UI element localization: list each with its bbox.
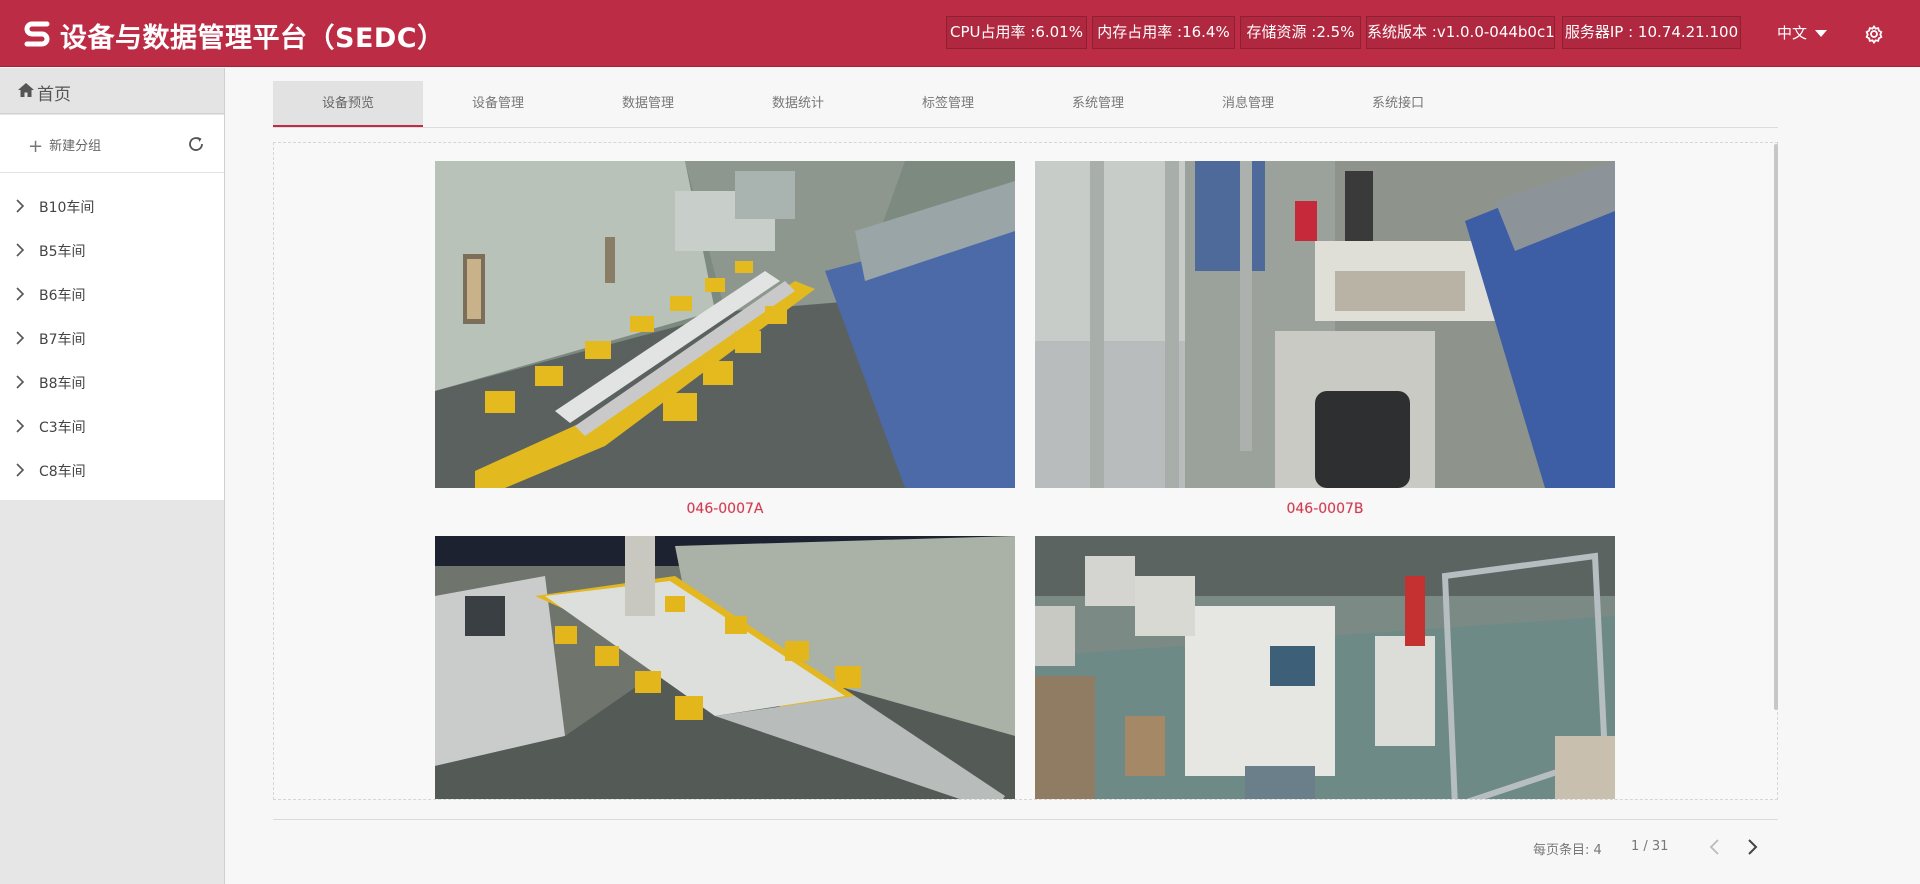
new-group-button[interactable]: + 新建分组 — [28, 135, 101, 157]
storage-usage-badge: 存储资源 :2.5% — [1240, 16, 1361, 49]
tree-item-c8[interactable]: C8车间 — [0, 450, 224, 490]
language-label: 中文 — [1777, 24, 1808, 42]
cpu-usage-badge: CPU占用率 :6.01% — [946, 16, 1087, 49]
tab-tag-management[interactable]: 标签管理 — [873, 81, 1023, 126]
chevron-right-icon — [16, 463, 25, 477]
home-icon — [18, 83, 34, 97]
device-photo[interactable] — [435, 536, 1015, 800]
new-group-label: 新建分组 — [49, 139, 102, 154]
device-photo[interactable] — [1035, 161, 1615, 488]
tree-item-b6[interactable]: B6车间 — [0, 274, 224, 314]
memory-usage-badge: 内存占用率 :16.4% — [1092, 16, 1235, 49]
tree-item-label: C3车间 — [39, 420, 86, 436]
main-tabs: 设备预览 设备管理 数据管理 数据统计 标签管理 系统管理 消息管理 系统接口 — [273, 81, 1778, 128]
app-title: 设备与数据管理平台（SEDC） — [60, 23, 445, 54]
device-caption[interactable]: 046-0007A — [435, 501, 1015, 517]
divider — [0, 172, 224, 173]
page-indicator: 1 / 31 — [1631, 839, 1669, 854]
gear-icon[interactable] — [1864, 24, 1884, 44]
workshop-tree: + 新建分组 B10车间 B5车间 B6车间 B7车间 B8车间 C3车间 C8… — [0, 115, 224, 500]
device-preview-panel: 046-0007A 046-0007B — [273, 142, 1778, 800]
device-photo[interactable] — [1035, 536, 1615, 800]
divider — [273, 819, 1778, 820]
device-photo[interactable] — [435, 161, 1015, 488]
content-scrollbar[interactable] — [1774, 144, 1778, 710]
system-version-badge: 系统版本 :v1.0.0-044b0c1 — [1366, 16, 1555, 49]
home-nav[interactable]: 首页 — [0, 68, 224, 114]
tree-item-label: B10车间 — [39, 200, 95, 216]
chevron-right-icon — [16, 331, 25, 345]
server-ip-badge: 服务器IP : 10.74.21.100 — [1562, 16, 1741, 49]
tab-system-interface[interactable]: 系统接口 — [1323, 81, 1473, 126]
refresh-icon[interactable] — [187, 135, 205, 153]
plus-icon: + — [28, 136, 44, 157]
chevron-right-icon — [16, 287, 25, 301]
chevron-right-icon[interactable] — [1745, 838, 1759, 856]
chevron-right-icon — [16, 375, 25, 389]
app-logo-icon — [24, 21, 50, 47]
home-label: 首页 — [37, 85, 71, 105]
tab-data-statistics[interactable]: 数据统计 — [723, 81, 873, 126]
chevron-right-icon — [16, 419, 25, 433]
tree-item-b8[interactable]: B8车间 — [0, 362, 224, 402]
tree-item-b10[interactable]: B10车间 — [0, 186, 224, 226]
tree-item-label: C8车间 — [39, 464, 86, 480]
chevron-left-icon[interactable] — [1708, 838, 1722, 856]
tree-item-b5[interactable]: B5车间 — [0, 230, 224, 270]
sidebar: 首页 + 新建分组 B10车间 B5车间 B6车间 B7车间 B8车间 C3车间… — [0, 68, 225, 884]
chevron-right-icon — [16, 199, 25, 213]
device-caption[interactable]: 046-0007B — [1035, 501, 1615, 517]
tab-message-management[interactable]: 消息管理 — [1173, 81, 1323, 126]
app-header: 设备与数据管理平台（SEDC） CPU占用率 :6.01% 内存占用率 :16.… — [0, 0, 1920, 67]
tree-item-b7[interactable]: B7车间 — [0, 318, 224, 358]
tab-device-preview[interactable]: 设备预览 — [273, 81, 423, 127]
tab-system-management[interactable]: 系统管理 — [1023, 81, 1173, 126]
tree-item-c3[interactable]: C3车间 — [0, 406, 224, 446]
page-size-label: 每页条目: 4 — [1533, 843, 1602, 858]
tree-item-label: B7车间 — [39, 332, 86, 348]
tree-item-label: B6车间 — [39, 288, 86, 304]
language-selector[interactable]: 中文 — [1777, 22, 1828, 43]
tree-item-label: B8车间 — [39, 376, 86, 392]
tab-device-management[interactable]: 设备管理 — [423, 81, 573, 126]
tab-data-management[interactable]: 数据管理 — [573, 81, 723, 126]
caret-down-icon — [1815, 30, 1828, 37]
tree-item-label: B5车间 — [39, 244, 86, 260]
chevron-right-icon — [16, 243, 25, 257]
